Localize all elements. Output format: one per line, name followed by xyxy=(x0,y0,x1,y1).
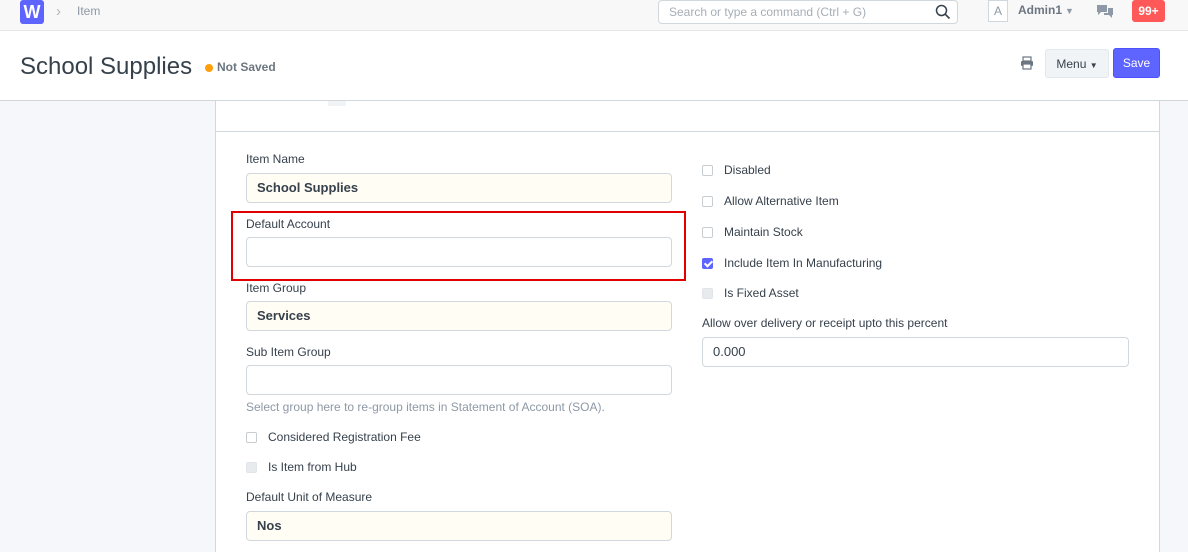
is-item-from-hub-label: Is Item from Hub xyxy=(268,460,357,474)
include-item-in-manufacturing-row[interactable]: Include Item In Manufacturing xyxy=(702,256,882,270)
item-name-label: Item Name xyxy=(246,152,305,166)
disabled-label: Disabled xyxy=(724,163,771,177)
over-delivery-label: Allow over delivery or receipt upto this… xyxy=(702,316,948,330)
is-item-from-hub-checkbox xyxy=(246,461,257,473)
maintain-stock-row[interactable]: Maintain Stock xyxy=(702,225,803,239)
breadcrumb-item[interactable]: Item xyxy=(77,4,100,18)
item-group-field[interactable]: Services xyxy=(246,301,672,331)
menu-label: Menu xyxy=(1056,56,1087,71)
disabled-row[interactable]: Disabled xyxy=(702,163,771,177)
save-button[interactable]: Save xyxy=(1113,48,1160,78)
app-logo[interactable]: W xyxy=(20,0,44,24)
unsaved-indicator xyxy=(205,64,213,72)
chat-icon[interactable] xyxy=(1096,3,1114,19)
sub-item-group-help: Select group here to re-group items in S… xyxy=(246,400,605,414)
avatar[interactable]: A xyxy=(988,0,1008,22)
sub-item-group-field[interactable] xyxy=(246,365,672,395)
menu-button[interactable]: Menu ▼ xyxy=(1045,49,1109,78)
caret-down-icon: ▼ xyxy=(1065,6,1074,16)
search-icon[interactable] xyxy=(935,4,951,20)
is-item-from-hub-row: Is Item from Hub xyxy=(246,460,357,474)
default-account-field[interactable] xyxy=(246,237,672,267)
navbar: W › Item A Admin1▼ 99+ xyxy=(0,0,1188,31)
considered-registration-fee-checkbox[interactable] xyxy=(246,431,257,443)
is-fixed-asset-label: Is Fixed Asset xyxy=(724,286,799,300)
user-menu[interactable]: Admin1 ▼ xyxy=(1018,3,1074,17)
allow-alternative-item-checkbox[interactable] xyxy=(702,195,713,207)
print-icon[interactable] xyxy=(1020,56,1034,70)
maintain-stock-label: Maintain Stock xyxy=(724,225,803,239)
allow-alternative-item-label: Allow Alternative Item xyxy=(724,194,839,208)
disabled-checkbox[interactable] xyxy=(702,164,713,176)
maintain-stock-checkbox[interactable] xyxy=(702,226,713,238)
default-uom-label: Default Unit of Measure xyxy=(246,490,373,504)
over-delivery-field[interactable]: 0.000 xyxy=(702,337,1129,367)
search-bar xyxy=(658,0,958,24)
considered-registration-fee-row[interactable]: Considered Registration Fee xyxy=(246,430,421,444)
include-item-in-manufacturing-label: Include Item In Manufacturing xyxy=(724,256,883,270)
tab-stub xyxy=(328,101,346,106)
chevron-right-icon: › xyxy=(56,3,61,20)
form-section-header xyxy=(216,101,1159,132)
include-item-in-manufacturing-checkbox[interactable] xyxy=(702,257,713,269)
item-name-field[interactable]: School Supplies xyxy=(246,173,672,203)
considered-registration-fee-label: Considered Registration Fee xyxy=(268,430,421,444)
default-account-label: Default Account xyxy=(246,217,331,231)
notification-badge[interactable]: 99+ xyxy=(1132,0,1165,22)
is-fixed-asset-checkbox xyxy=(702,287,713,299)
allow-alternative-item-row[interactable]: Allow Alternative Item xyxy=(702,194,839,208)
search-input[interactable] xyxy=(659,1,919,23)
page-head: School Supplies Not Saved Menu ▼ Save xyxy=(0,31,1188,101)
item-group-label: Item Group xyxy=(246,281,307,295)
default-uom-field[interactable]: Nos xyxy=(246,511,672,541)
status-label: Not Saved xyxy=(217,60,276,74)
is-fixed-asset-row: Is Fixed Asset xyxy=(702,286,799,300)
caret-down-icon: ▼ xyxy=(1089,60,1098,70)
sub-item-group-label: Sub Item Group xyxy=(246,345,331,359)
user-name: Admin1 xyxy=(1018,3,1063,17)
page-title: School Supplies xyxy=(20,53,193,80)
